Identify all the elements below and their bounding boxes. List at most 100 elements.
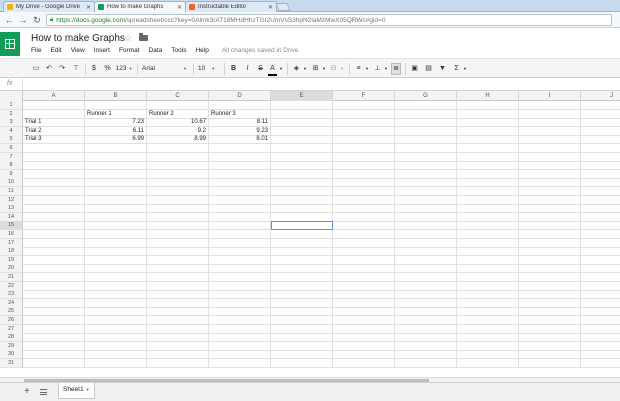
chevron-down-icon: ▼ — [128, 66, 133, 71]
fill-color-icon[interactable]: ◈ — [292, 63, 301, 75]
url-path: /spreadsheet/ccc?key=0Almk3rAT18MHdHhzTG… — [124, 16, 386, 24]
insert-chart-icon[interactable]: ▤ — [424, 63, 433, 75]
chevron-down-icon[interactable]: ▼ — [364, 63, 370, 75]
cell-h31[interactable] — [457, 359, 519, 368]
spreadsheet-grid[interactable]: ABCDEFGHIJ 1 2 Runner 1 Runner 2 Runner 3 3 Tr… — [0, 91, 620, 378]
add-sheet-icon[interactable]: + — [24, 387, 30, 397]
cell-i31[interactable] — [519, 359, 581, 368]
insert-comment-icon[interactable]: ▣ — [410, 63, 419, 75]
reload-icon[interactable]: ↻ — [32, 15, 42, 25]
sheets-logo-icon[interactable] — [0, 32, 20, 56]
cell-e15[interactable] — [271, 221, 333, 231]
document-title[interactable]: How to make Graphs — [31, 33, 125, 44]
browser-tab-sheet[interactable]: How to make Graphs ✕ — [94, 1, 186, 12]
column-header-b[interactable]: B — [85, 91, 147, 101]
percent-button[interactable]: % — [103, 63, 112, 75]
text-color-swatch — [268, 74, 277, 76]
browser-toolbar: ← → ↻ 🔒︎ https://docs.google.com /spread… — [0, 12, 620, 28]
chevron-down-icon[interactable]: ▼ — [383, 63, 389, 75]
menu-file[interactable]: File — [31, 47, 41, 54]
instructables-icon — [189, 4, 195, 10]
wrap-text-icon[interactable]: ≣ — [391, 63, 401, 75]
currency-button[interactable]: $ — [90, 63, 98, 75]
chevron-down-icon[interactable]: ▼ — [321, 63, 327, 75]
browser-tab-label: How to make Graphs — [107, 4, 164, 10]
column-header-f[interactable]: F — [333, 91, 395, 101]
toolbar-divider — [85, 63, 86, 75]
sheet-tab-label: Sheet1 — [63, 386, 84, 393]
url-host: https://docs.google.com — [56, 16, 125, 24]
column-header-c[interactable]: C — [147, 91, 209, 101]
undo-icon[interactable]: ↶ — [44, 63, 54, 75]
chevron-down-icon[interactable]: ▼ — [278, 63, 284, 75]
column-header-g[interactable]: G — [395, 91, 457, 101]
cell-e31[interactable] — [271, 359, 333, 368]
merge-cells-icon[interactable]: ⊟ — [329, 63, 338, 75]
cell-b31[interactable] — [85, 359, 147, 368]
select-all-corner[interactable] — [0, 91, 23, 101]
menu-data[interactable]: Data — [149, 47, 163, 54]
menu-help[interactable]: Help — [195, 47, 208, 54]
chevron-down-icon: ▼ — [85, 387, 90, 392]
font-size-dropdown[interactable]: 10 ▼ — [198, 63, 220, 75]
star-icon[interactable]: ☆ — [124, 33, 132, 44]
forward-icon[interactable]: → — [18, 15, 28, 25]
sheet-list-icon[interactable] — [40, 389, 47, 395]
column-header-a[interactable]: A — [23, 91, 85, 101]
menu-tools[interactable]: Tools — [171, 47, 186, 54]
toolbar-divider — [224, 63, 225, 75]
font-size-label: 10 — [198, 65, 206, 72]
close-icon[interactable]: ✕ — [177, 4, 182, 11]
back-icon[interactable]: ← — [4, 15, 14, 25]
bold-button[interactable]: B — [229, 63, 238, 75]
cell-d31[interactable] — [209, 359, 271, 368]
column-header-h[interactable]: H — [457, 91, 519, 101]
font-dropdown[interactable]: Arial ▼ — [142, 63, 187, 75]
column-header-j[interactable]: J — [581, 91, 620, 101]
close-icon[interactable]: ✕ — [268, 4, 273, 11]
strikethrough-button[interactable]: S — [256, 63, 265, 75]
cell-c31[interactable] — [147, 359, 209, 368]
redo-icon[interactable]: ↷ — [57, 63, 67, 75]
chevron-down-icon[interactable]: ▼ — [462, 63, 468, 75]
formula-bar: fx — [0, 78, 620, 91]
column-header-i[interactable]: I — [519, 91, 581, 101]
column-header-e[interactable]: E — [271, 91, 333, 101]
italic-button[interactable]: I — [243, 63, 252, 75]
lock-icon: 🔒︎ — [50, 16, 54, 23]
cell-g31[interactable] — [395, 359, 457, 368]
chevron-down-icon[interactable]: ▼ — [339, 63, 345, 75]
number-format-dropdown[interactable]: 123 ▼ — [115, 63, 133, 75]
sheets-header: How to make Graphs ☆ File Edit View Inse… — [0, 28, 620, 58]
filter-icon[interactable]: ▼ — [438, 63, 447, 75]
menu-edit[interactable]: Edit — [50, 47, 61, 54]
browser-tab-drive[interactable]: My Drive - Google Drive ✕ — [3, 1, 95, 12]
new-tab-button[interactable] — [275, 3, 291, 11]
column-header-d[interactable]: D — [209, 91, 271, 101]
chevron-down-icon[interactable]: ▼ — [302, 63, 308, 75]
cell-f31[interactable] — [333, 359, 395, 368]
sheet-tab[interactable]: Sheet1 ▼ — [58, 383, 95, 399]
row-header[interactable]: 31 — [0, 359, 23, 368]
menu-insert[interactable]: Insert — [94, 47, 110, 54]
cell-j31[interactable] — [581, 359, 620, 368]
print-icon[interactable]: ▭ — [31, 63, 41, 75]
vertical-align-icon[interactable]: ⊥ — [373, 63, 382, 75]
menu-view[interactable]: View — [71, 47, 85, 54]
close-icon[interactable]: ✕ — [86, 4, 91, 11]
font-label: Arial — [142, 65, 156, 72]
address-bar[interactable]: 🔒︎ https://docs.google.com /spreadsheet/… — [46, 14, 612, 26]
save-status: All changes saved in Drive — [221, 47, 299, 54]
fx-icon: fx — [7, 80, 13, 87]
functions-button[interactable]: Σ — [452, 63, 461, 75]
align-left-icon[interactable]: ≡ — [354, 63, 363, 75]
chevron-down-icon: ▼ — [183, 66, 187, 71]
menu-format[interactable]: Format — [119, 47, 140, 54]
borders-icon[interactable]: ⊞ — [311, 63, 320, 75]
drive-icon — [7, 4, 13, 10]
folder-icon[interactable] — [139, 33, 148, 41]
paint-format-icon[interactable]: ⊤ — [71, 63, 81, 75]
cell-a31[interactable] — [23, 359, 85, 368]
formula-input[interactable] — [22, 79, 618, 89]
browser-tab-instructables[interactable]: Instructable Editor ✕ — [185, 1, 277, 12]
